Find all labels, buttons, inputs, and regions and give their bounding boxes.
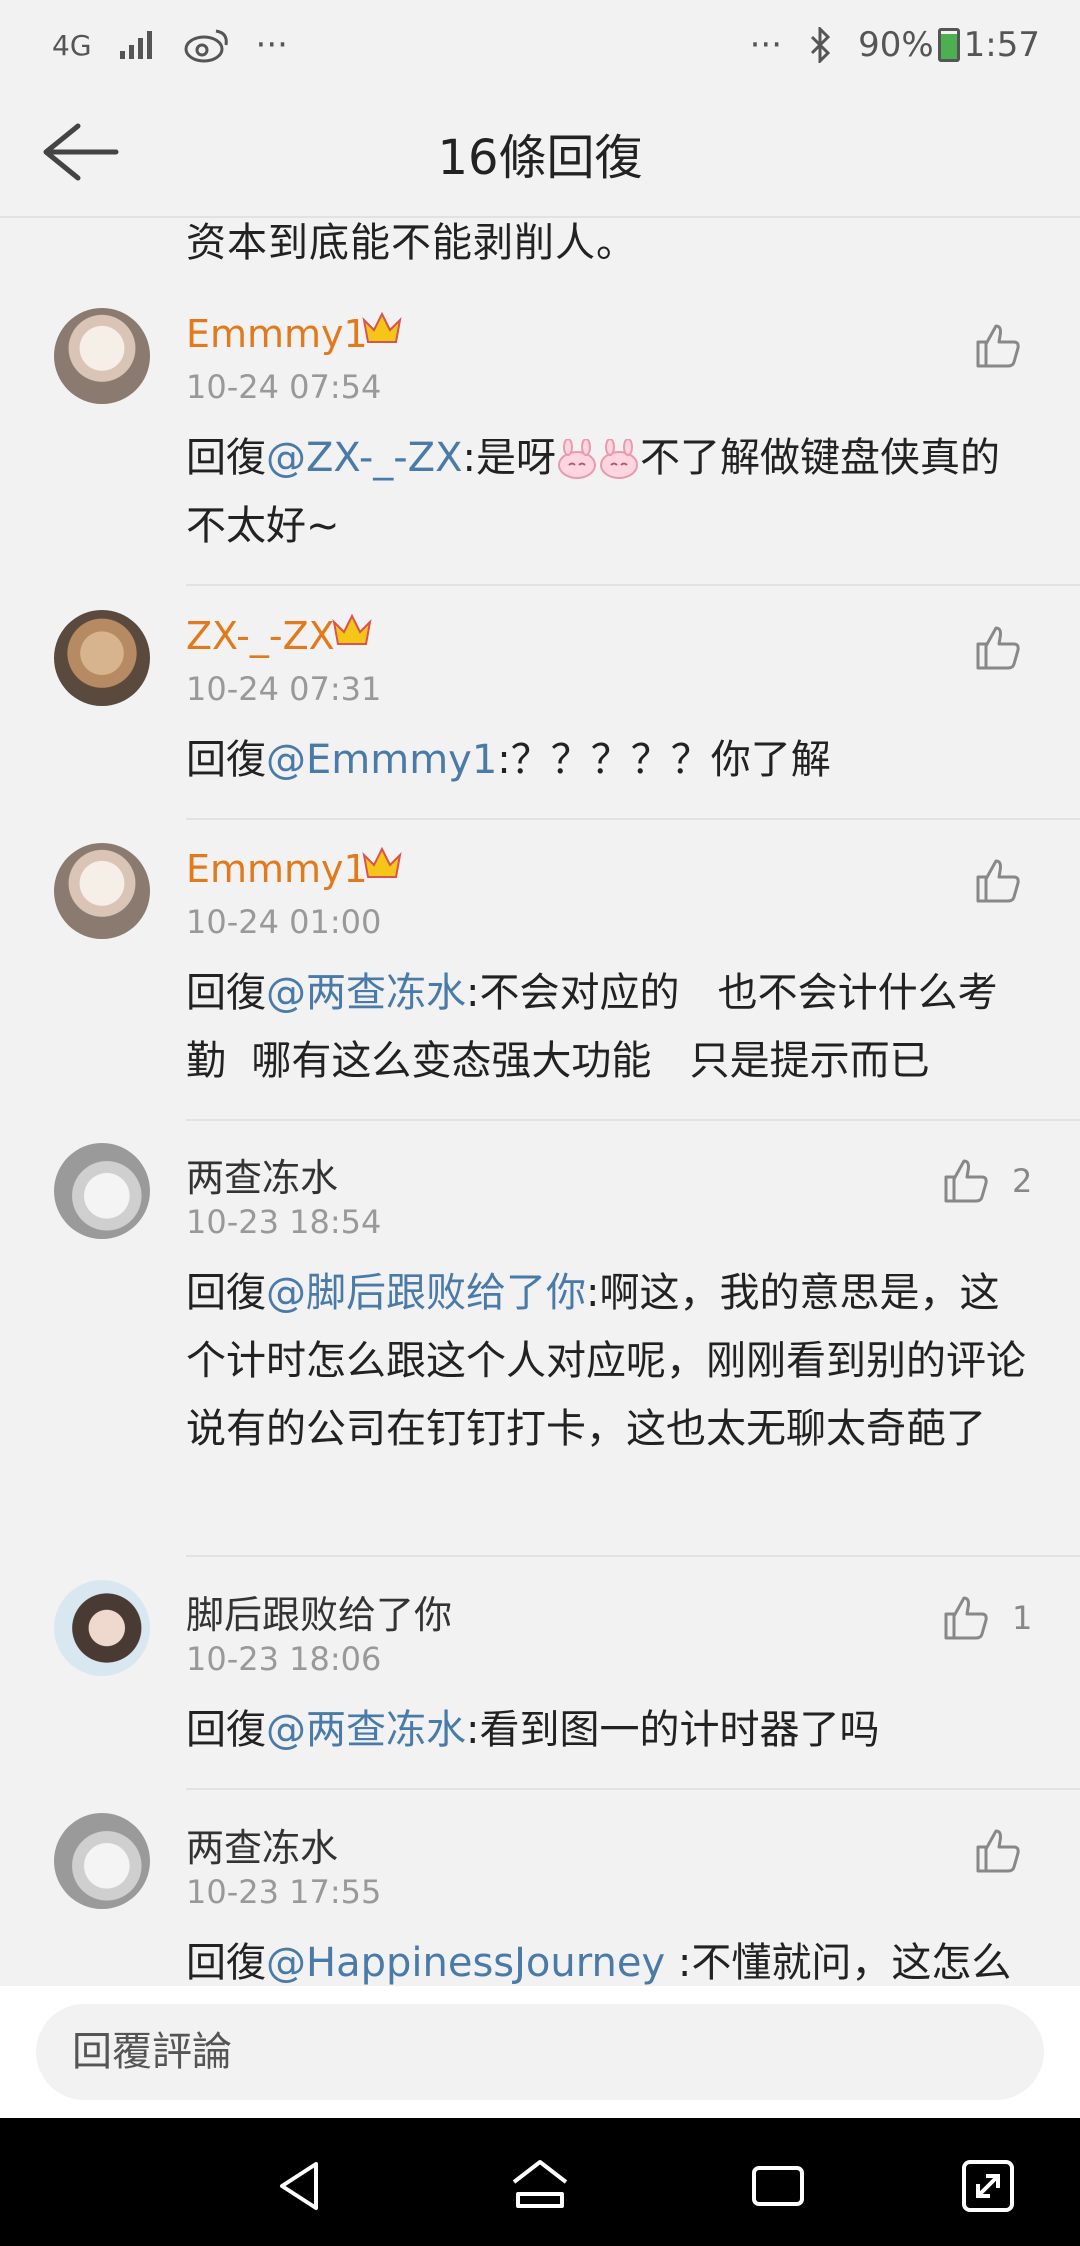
crown-badge-icon	[332, 613, 372, 645]
comment-time: 10-24 01:00	[186, 903, 382, 941]
divider	[186, 818, 1080, 820]
clock: 1:57	[963, 25, 1040, 65]
comment-time: 10-24 07:31	[186, 670, 382, 708]
reply-prefix: 回復	[186, 1940, 266, 1986]
comment-content: 回復@两查冻水:看到图一的计时器了吗	[186, 1696, 1036, 1764]
thumbs-up-icon	[976, 324, 1020, 368]
bluetooth-icon	[808, 27, 832, 63]
comment-list[interactable]: 资本到底能不能剥削人。 Emmmy1 10-24 07:54 回復@ZX-_-Z…	[0, 218, 1080, 1986]
like-count: 2	[1012, 1162, 1033, 1200]
navigation-bar	[0, 2118, 1080, 2246]
comment-text: :看到图一的计时器了吗	[466, 1707, 880, 1753]
reply-prefix: 回復	[186, 435, 266, 481]
like-button[interactable]	[974, 624, 1022, 672]
comment-text: :？？？？？你了解	[497, 737, 831, 783]
nav-expand-icon[interactable]	[956, 2154, 1020, 2218]
avatar[interactable]	[54, 610, 150, 706]
reply-prefix: 回復	[186, 970, 266, 1016]
signal-icon	[118, 29, 158, 61]
bunny-emoji-icon	[599, 439, 638, 479]
username[interactable]: 脚后跟败给了你	[186, 1584, 452, 1639]
reply-input[interactable]: 回覆評論	[36, 2004, 1044, 2100]
comment-content: 回復@HappinessJourney :不懂就问，这怎么	[186, 1929, 1036, 1986]
avatar[interactable]	[54, 1813, 150, 1909]
avatar[interactable]	[54, 1143, 150, 1239]
username[interactable]: ZX-_-ZX	[186, 614, 335, 658]
comment-time: 10-24 07:54	[186, 368, 382, 406]
like-button[interactable]: 1	[942, 1594, 1032, 1642]
battery-icon	[937, 28, 960, 62]
reply-prefix: 回復	[186, 1707, 266, 1753]
previous-comment-text: 资本到底能不能剥削人。	[186, 220, 637, 266]
like-count: 1	[1012, 1599, 1033, 1637]
comment-text: :是呀	[462, 435, 556, 481]
divider	[186, 1788, 1080, 1790]
thumbs-up-icon	[976, 859, 1020, 903]
network-type-icon: 4G	[52, 28, 92, 62]
crown-badge-icon	[362, 846, 402, 878]
nav-back-icon[interactable]	[270, 2154, 334, 2218]
mention-link[interactable]: @两查冻水	[266, 970, 466, 1016]
mention-link[interactable]: @ZX-_-ZX	[266, 435, 462, 481]
crown-badge-icon	[362, 311, 402, 343]
battery-percent: 90%	[858, 25, 934, 65]
comment-time: 10-23 18:06	[186, 1640, 382, 1678]
reply-bar: 回覆評論	[0, 1986, 1080, 2118]
comment-content: 回復@脚后跟败给了你:啊这，我的意思是，这个计时怎么跟这个人对应呢，刚刚看到别的…	[186, 1259, 1036, 1463]
thumbs-up-icon	[976, 1829, 1020, 1873]
nav-home-icon[interactable]	[508, 2154, 572, 2218]
comment-content: 回復@Emmmy1:？？？？？你了解	[186, 726, 1036, 794]
thumbs-up-icon	[944, 1159, 988, 1203]
comment-time: 10-23 17:55	[186, 1873, 382, 1911]
mention-link[interactable]: @脚后跟败给了你	[266, 1270, 586, 1316]
like-button[interactable]	[974, 1827, 1022, 1875]
username[interactable]: Emmmy1	[186, 847, 368, 891]
divider	[186, 1119, 1080, 1121]
header: 16條回復	[0, 90, 1080, 218]
username[interactable]: 两查冻水	[186, 1817, 338, 1872]
comment-content: 回復@两查冻水:不会对应的 也不会计什么考勤 哪有这么变态强大功能 只是提示而已	[186, 959, 1036, 1095]
divider	[186, 1555, 1080, 1557]
nav-recents-icon[interactable]	[746, 2154, 810, 2218]
more-left-icon: ···	[255, 25, 288, 65]
like-button[interactable]	[974, 857, 1022, 905]
divider	[186, 584, 1080, 586]
avatar[interactable]	[54, 308, 150, 404]
mention-link[interactable]: @Emmmy1	[266, 737, 497, 783]
avatar[interactable]	[54, 843, 150, 939]
mention-link[interactable]: @两查冻水	[266, 1707, 466, 1753]
status-bar: 4G ··· ··· 90% 1:57	[0, 0, 1080, 90]
reply-prefix: 回復	[186, 737, 266, 783]
comment-text: :不懂就问，这怎么	[665, 1940, 1012, 1986]
avatar[interactable]	[54, 1580, 150, 1676]
page-title: 16條回復	[437, 130, 643, 186]
reply-prefix: 回復	[186, 1270, 266, 1316]
more-right-icon: ···	[749, 25, 783, 65]
like-button[interactable]	[974, 322, 1022, 370]
comment-time: 10-23 18:54	[186, 1203, 382, 1241]
username[interactable]: Emmmy1	[186, 312, 368, 356]
thumbs-up-icon	[976, 626, 1020, 670]
bunny-emoji-icon	[557, 439, 596, 479]
username[interactable]: 两查冻水	[186, 1147, 338, 1202]
thumbs-up-icon	[944, 1596, 988, 1640]
comment-content: 回復@ZX-_-ZX:是呀 不了解做键盘侠真的不太好~	[186, 424, 1036, 560]
mention-link[interactable]: @HappinessJourney	[266, 1940, 665, 1986]
weibo-icon	[184, 27, 230, 63]
like-button[interactable]: 2	[942, 1157, 1032, 1205]
